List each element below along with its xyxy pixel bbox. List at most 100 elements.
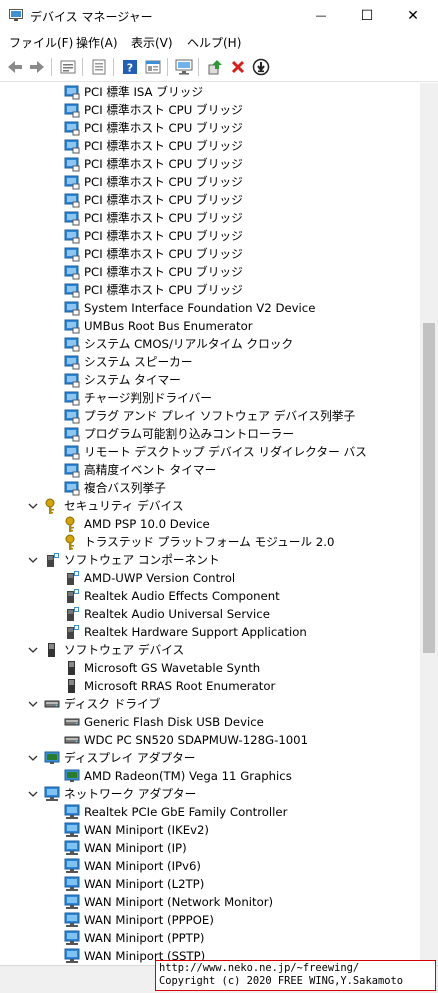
tree-category-node[interactable]: ソフトウェア コンポーネント	[0, 551, 420, 569]
back-button[interactable]	[5, 57, 25, 77]
chevron-down-icon[interactable]	[28, 501, 38, 511]
swcomp-icon	[67, 589, 79, 603]
menu-file[interactable]: ファイル(F)	[9, 34, 73, 51]
properties-button[interactable]	[58, 57, 78, 77]
scan-hardware-button[interactable]	[174, 57, 194, 77]
tree-node-label: プログラム可能割り込みコントローラー	[84, 427, 295, 441]
tree-device-node[interactable]: AMD Radeon(TM) Vega 11 Graphics	[0, 767, 420, 785]
net-icon	[64, 804, 80, 819]
tree-device-node[interactable]: WAN Miniport (L2TP)	[0, 875, 420, 893]
tree-device-node[interactable]: プラグ アンド プレイ ソフトウェア デバイス列挙子	[0, 407, 420, 425]
uninstall-button[interactable]	[228, 57, 248, 77]
tree-node-label: Microsoft RRAS Root Enumerator	[84, 679, 276, 693]
tree-device-node[interactable]: Generic Flash Disk USB Device	[0, 713, 420, 731]
help-icon: ?	[123, 60, 137, 75]
tree-device-node[interactable]: WAN Miniport (Network Monitor)	[0, 893, 420, 911]
tree-device-node[interactable]: Microsoft RRAS Root Enumerator	[0, 677, 420, 695]
menu-view[interactable]: 表示(V)	[131, 34, 173, 51]
sysdev-icon	[64, 211, 80, 226]
tree-device-node[interactable]: プログラム可能割り込みコントローラー	[0, 425, 420, 443]
action-button[interactable]	[143, 57, 163, 77]
tree-device-node[interactable]: システム CMOS/リアルタイム クロック	[0, 335, 420, 353]
chevron-down-icon[interactable]	[28, 555, 38, 565]
disable-button[interactable]	[251, 57, 271, 77]
tree-device-node[interactable]: Realtek Audio Universal Service	[0, 605, 420, 623]
tree-device-node[interactable]: PCI 標準ホスト CPU ブリッジ	[0, 191, 420, 209]
show-hidden-button[interactable]	[89, 57, 109, 77]
tree-device-node[interactable]: PCI 標準ホスト CPU ブリッジ	[0, 227, 420, 245]
tree-device-node[interactable]: Realtek Audio Effects Component	[0, 587, 420, 605]
tree-device-node[interactable]: システム タイマー	[0, 371, 420, 389]
tree-device-node[interactable]: Realtek Hardware Support Application	[0, 623, 420, 641]
tree-node-label: AMD PSP 10.0 Device	[84, 517, 210, 531]
menu-action[interactable]: 操作(A)	[76, 34, 118, 51]
svg-text:?: ?	[127, 62, 133, 75]
device-manager-app-icon	[9, 9, 23, 21]
tree-category-node[interactable]: セキュリティ デバイス	[0, 497, 420, 515]
tree-device-node[interactable]: Realtek PCIe GbE Family Controller	[0, 803, 420, 821]
minimize-button[interactable]: —	[298, 0, 344, 31]
tree-device-node[interactable]: PCI 標準ホスト CPU ブリッジ	[0, 245, 420, 263]
sysdev-icon	[64, 427, 80, 442]
tree-device-node[interactable]: WAN Miniport (IPv6)	[0, 857, 420, 875]
tree-device-node[interactable]: PCI 標準ホスト CPU ブリッジ	[0, 173, 420, 191]
tree-device-node[interactable]: AMD PSP 10.0 Device	[0, 515, 420, 533]
tree-device-node[interactable]: UMBus Root Bus Enumerator	[0, 317, 420, 335]
tree-category-node[interactable]: ディスク ドライブ	[0, 695, 420, 713]
sysdev-icon	[64, 283, 80, 298]
tree-device-node[interactable]: WAN Miniport (IP)	[0, 839, 420, 857]
tree-device-node[interactable]: PCI 標準ホスト CPU ブリッジ	[0, 155, 420, 173]
sysdev-icon	[64, 85, 80, 100]
close-button[interactable]: ✕	[390, 0, 436, 31]
tree-device-node[interactable]: WAN Miniport (IKEv2)	[0, 821, 420, 839]
sysdev-icon	[64, 463, 80, 478]
tree-device-node[interactable]: チャージ判別ドライバー	[0, 389, 420, 407]
sysdev-icon	[64, 265, 80, 280]
close-icon: ✕	[407, 7, 419, 24]
chevron-down-icon[interactable]	[28, 753, 38, 763]
tree-node-label: 複合バス列挙子	[84, 481, 166, 495]
disk-icon	[44, 700, 60, 708]
tree-device-node[interactable]: PCI 標準ホスト CPU ブリッジ	[0, 281, 420, 299]
forward-button[interactable]	[27, 57, 47, 77]
update-driver-button[interactable]	[205, 57, 225, 77]
tree-category-node[interactable]: ディスプレイ アダプター	[0, 749, 420, 767]
tree-device-node[interactable]: 複合バス列挙子	[0, 479, 420, 497]
maximize-button[interactable]: ☐	[344, 0, 390, 31]
tree-category-node[interactable]: ソフトウェア デバイス	[0, 641, 420, 659]
tree-category-node[interactable]: ネットワーク アダプター	[0, 785, 420, 803]
tree-node-label: WAN Miniport (Network Monitor)	[84, 895, 274, 909]
tree-device-node[interactable]: PCI 標準ホスト CPU ブリッジ	[0, 137, 420, 155]
scrollbar-thumb[interactable]	[423, 323, 435, 653]
tree-device-node[interactable]: AMD-UWP Version Control	[0, 569, 420, 587]
vertical-scrollbar[interactable]	[420, 83, 438, 965]
tree-device-node[interactable]: 高精度イベント タイマー	[0, 461, 420, 479]
tree-device-node[interactable]: WDC PC SN520 SDAPMUW-128G-1001	[0, 731, 420, 749]
net-icon	[64, 822, 80, 837]
tree-device-node[interactable]: PCI 標準ホスト CPU ブリッジ	[0, 263, 420, 281]
tree-device-node[interactable]: トラステッド プラットフォーム モジュール 2.0	[0, 533, 420, 551]
chevron-down-icon[interactable]	[28, 789, 38, 799]
tree-node-label: PCI 標準ホスト CPU ブリッジ	[84, 103, 243, 117]
tree-device-node[interactable]: PCI 標準ホスト CPU ブリッジ	[0, 119, 420, 137]
menu-help[interactable]: ヘルプ(H)	[187, 34, 241, 51]
tree-device-node[interactable]: リモート デスクトップ デバイス リダイレクター バス	[0, 443, 420, 461]
tree-device-node[interactable]: WAN Miniport (PPTP)	[0, 929, 420, 947]
sysdev-icon	[64, 121, 80, 136]
tree-node-label: ソフトウェア デバイス	[64, 643, 185, 657]
chevron-down-icon[interactable]	[28, 645, 38, 655]
disk-icon	[64, 718, 80, 726]
tree-device-node[interactable]: システム スピーカー	[0, 353, 420, 371]
tree-device-node[interactable]: PCI 標準ホスト CPU ブリッジ	[0, 101, 420, 119]
tree-device-node[interactable]: WAN Miniport (PPPOE)	[0, 911, 420, 929]
key-icon	[65, 516, 75, 532]
tree-device-node[interactable]: PCI 標準ホスト CPU ブリッジ	[0, 209, 420, 227]
device-tree[interactable]: PCI 標準 ISA ブリッジ PCI 標準ホスト CPU ブリッジ PCI 標準ホ…	[0, 83, 420, 965]
net-icon	[64, 948, 80, 963]
tree-device-node[interactable]: PCI 標準 ISA ブリッジ	[0, 83, 420, 101]
help-button[interactable]: ?	[120, 57, 140, 77]
tree-device-node[interactable]: System Interface Foundation V2 Device	[0, 299, 420, 317]
chevron-down-icon[interactable]	[28, 699, 38, 709]
tree-device-node[interactable]: Microsoft GS Wavetable Synth	[0, 659, 420, 677]
tree-node-label: チャージ判別ドライバー	[84, 391, 212, 405]
